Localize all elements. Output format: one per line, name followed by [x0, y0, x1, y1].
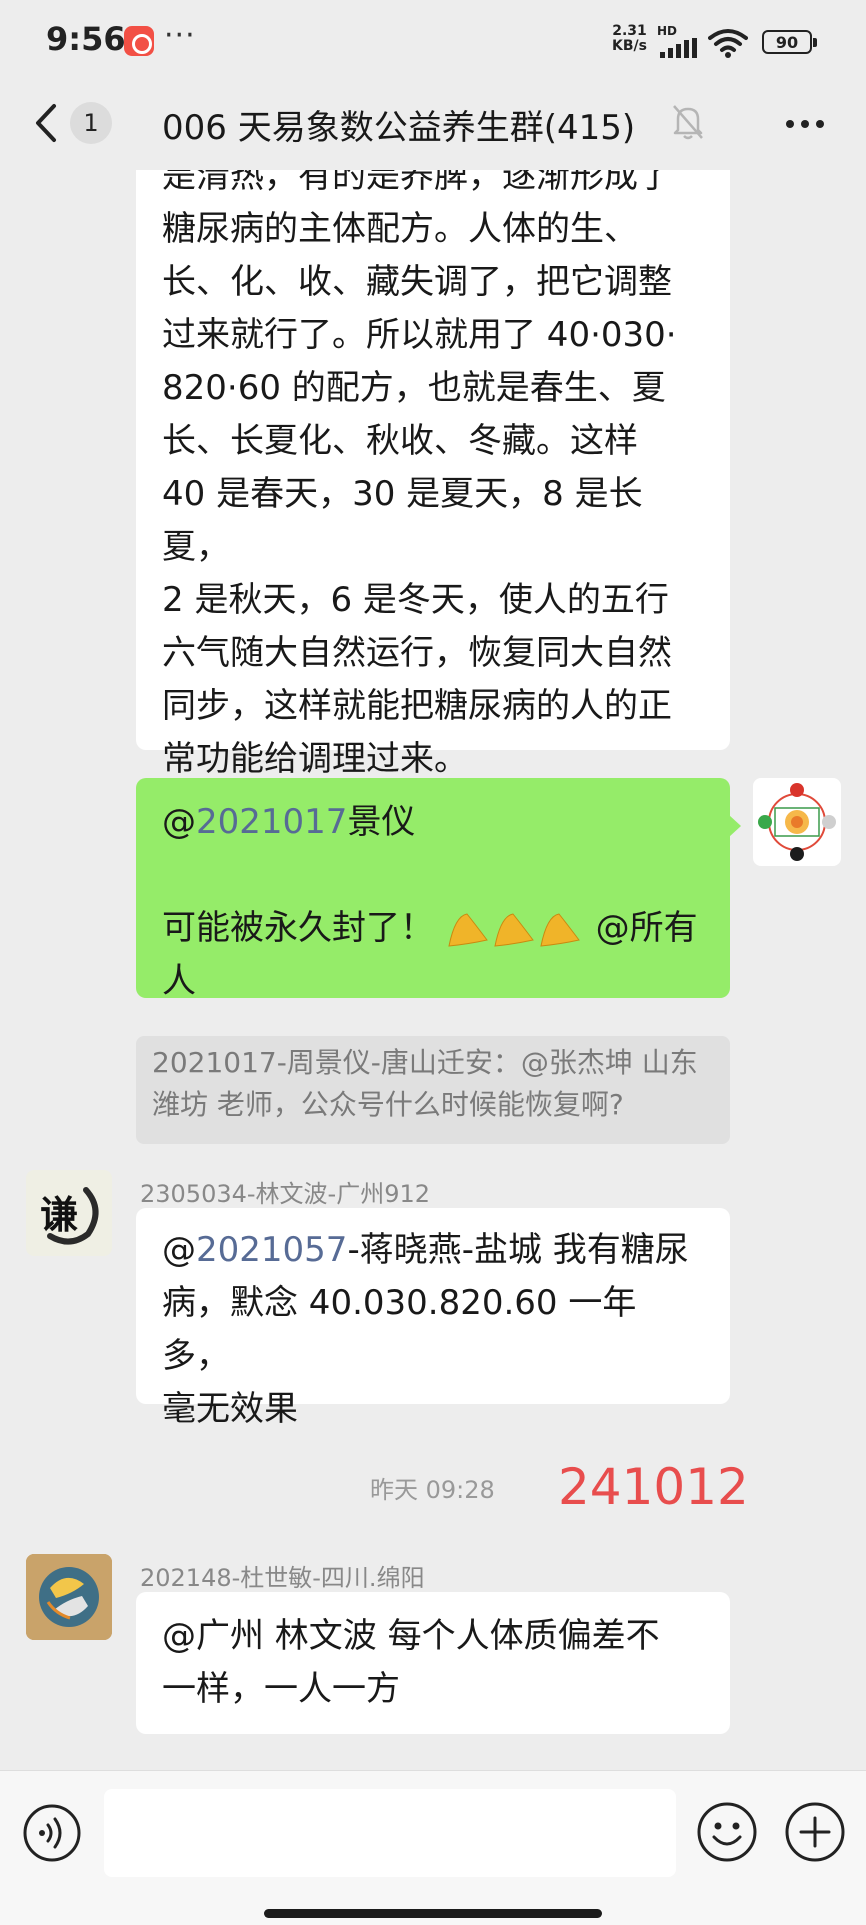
- status-time: 9:56: [46, 20, 126, 58]
- network-speed-value: 2.31: [612, 23, 647, 39]
- message-input[interactable]: [104, 1789, 676, 1877]
- message-line: 一样，一人一方: [162, 1669, 400, 1709]
- message-line: 2 是秋天，6 是冬天，使人的五行: [162, 580, 669, 620]
- sender-avatar[interactable]: 谦: [26, 1170, 112, 1256]
- home-indicator[interactable]: [264, 1909, 602, 1918]
- unread-count-badge[interactable]: 1: [70, 102, 112, 144]
- message-text: 可能被永久封了！: [162, 908, 434, 948]
- mention-link[interactable]: 2021057: [196, 1230, 347, 1270]
- five-elements-diagram-icon: [758, 783, 836, 861]
- message-line: 毫无效果: [162, 1389, 298, 1429]
- message-line: 40 是春天，30 是夏天，8 是长夏，: [162, 474, 643, 567]
- message-line: @2021017景仪: [162, 796, 704, 849]
- chat-message-list[interactable]: 是清热，有的是养脾，逐渐形成了 糖尿病的主体配方。人体的生、 长、化、收、藏失调…: [0, 170, 866, 1770]
- avatar-char: 谦: [40, 1193, 78, 1237]
- hd-label: HD: [657, 24, 678, 38]
- message-line: 820·60 的配方，也就是春生、夏: [162, 368, 666, 408]
- sender-avatar[interactable]: [26, 1554, 112, 1640]
- message-text: -蒋晓燕-盐城 我有糖尿: [347, 1230, 689, 1270]
- message-line: 六气随大自然运行，恢复同大自然: [162, 633, 672, 673]
- message-line: @2021057-蒋晓燕-盐城 我有糖尿: [162, 1224, 704, 1277]
- chat-title[interactable]: 006 天易象数公益养生群(415): [162, 100, 635, 149]
- app-notification-icon: [124, 26, 154, 56]
- network-speed-unit: KB/s: [612, 38, 647, 54]
- praying-hands-icon: [448, 912, 580, 947]
- battery-icon: 90: [762, 30, 817, 54]
- message-line: 过来就行了。所以就用了 40·030·: [162, 315, 677, 355]
- message-line: 长、化、收、藏失调了，把它调整: [162, 262, 672, 302]
- message-line: 可能被永久封了！ @所有: [162, 902, 704, 955]
- status-bar: 9:56 ··· 2.31 KB/s HD 90: [0, 0, 866, 84]
- red-annotation-label: 241012: [558, 1458, 749, 1516]
- wifi-icon: [708, 29, 748, 58]
- bubble-tail: [729, 815, 741, 837]
- mute-bell-icon: [673, 105, 703, 140]
- more-options-icon[interactable]: [780, 104, 830, 144]
- quoted-message[interactable]: 2021017-周景仪-唐山迁安：@张杰坤 山东潍坊 老师，公众号什么时候能恢复…: [136, 1036, 730, 1144]
- message-line: 长、长夏化、秋收、冬藏。这样: [162, 421, 638, 461]
- message-line: @广州 林文波 每个人体质偏差不: [162, 1616, 660, 1656]
- voice-input-icon[interactable]: [22, 1803, 82, 1863]
- mention-all[interactable]: @所有: [596, 908, 698, 948]
- sender-name: 2305034-林文波-广州912: [140, 1180, 431, 1208]
- message-timestamp: 昨天 09:28: [370, 1476, 495, 1504]
- chat-header: 1 006 天易象数公益养生群(415): [0, 84, 866, 170]
- message-line: 同步，这样就能把糖尿病的人的正: [162, 686, 672, 726]
- mention-prefix[interactable]: @: [162, 1230, 196, 1270]
- mention-link[interactable]: 2021017: [196, 802, 347, 842]
- mention-name: 景仪: [347, 802, 416, 842]
- my-avatar[interactable]: [753, 778, 841, 866]
- quoted-text: 2021017-周景仪-唐山迁安：@张杰坤 山东潍坊 老师，公众号什么时候能恢复…: [152, 1046, 698, 1121]
- message-line: 人: [162, 961, 196, 1001]
- message-line: 病，默念 40.030.820.60 一年多，: [162, 1283, 637, 1376]
- message-bubble[interactable]: 是清热，有的是养脾，逐渐形成了 糖尿病的主体配方。人体的生、 长、化、收、藏失调…: [136, 170, 730, 779]
- back-arrow-icon[interactable]: [28, 98, 68, 148]
- sender-name: 202148-杜世敏-四川.绵阳: [140, 1564, 425, 1592]
- mention-prefix[interactable]: @: [162, 802, 196, 842]
- chat-input-bar: [0, 1770, 866, 1925]
- signal-icon: [660, 38, 700, 58]
- my-message-bubble[interactable]: @2021017景仪 可能被永久封了！ @所有 人: [136, 778, 730, 1001]
- battery-level: 90: [775, 32, 799, 52]
- message-line: 是清热，有的是养脾，逐渐形成了: [162, 170, 672, 196]
- message-bubble[interactable]: @2021057-蒋晓燕-盐城 我有糖尿 病，默念 40.030.820.60 …: [136, 1208, 730, 1429]
- message-bubble[interactable]: @广州 林文波 每个人体质偏差不 一样，一人一方: [136, 1592, 730, 1734]
- network-speed: 2.31 KB/s: [612, 24, 647, 54]
- emoji-icon[interactable]: [696, 1801, 758, 1863]
- add-attachment-icon[interactable]: [784, 1801, 846, 1863]
- calligraphy-avatar-icon: 谦: [40, 1187, 99, 1245]
- more-notifications-icon: ···: [164, 18, 196, 53]
- message-line: 糖尿病的主体配方。人体的生、: [162, 209, 638, 249]
- koi-fish-avatar-icon: [26, 1554, 112, 1640]
